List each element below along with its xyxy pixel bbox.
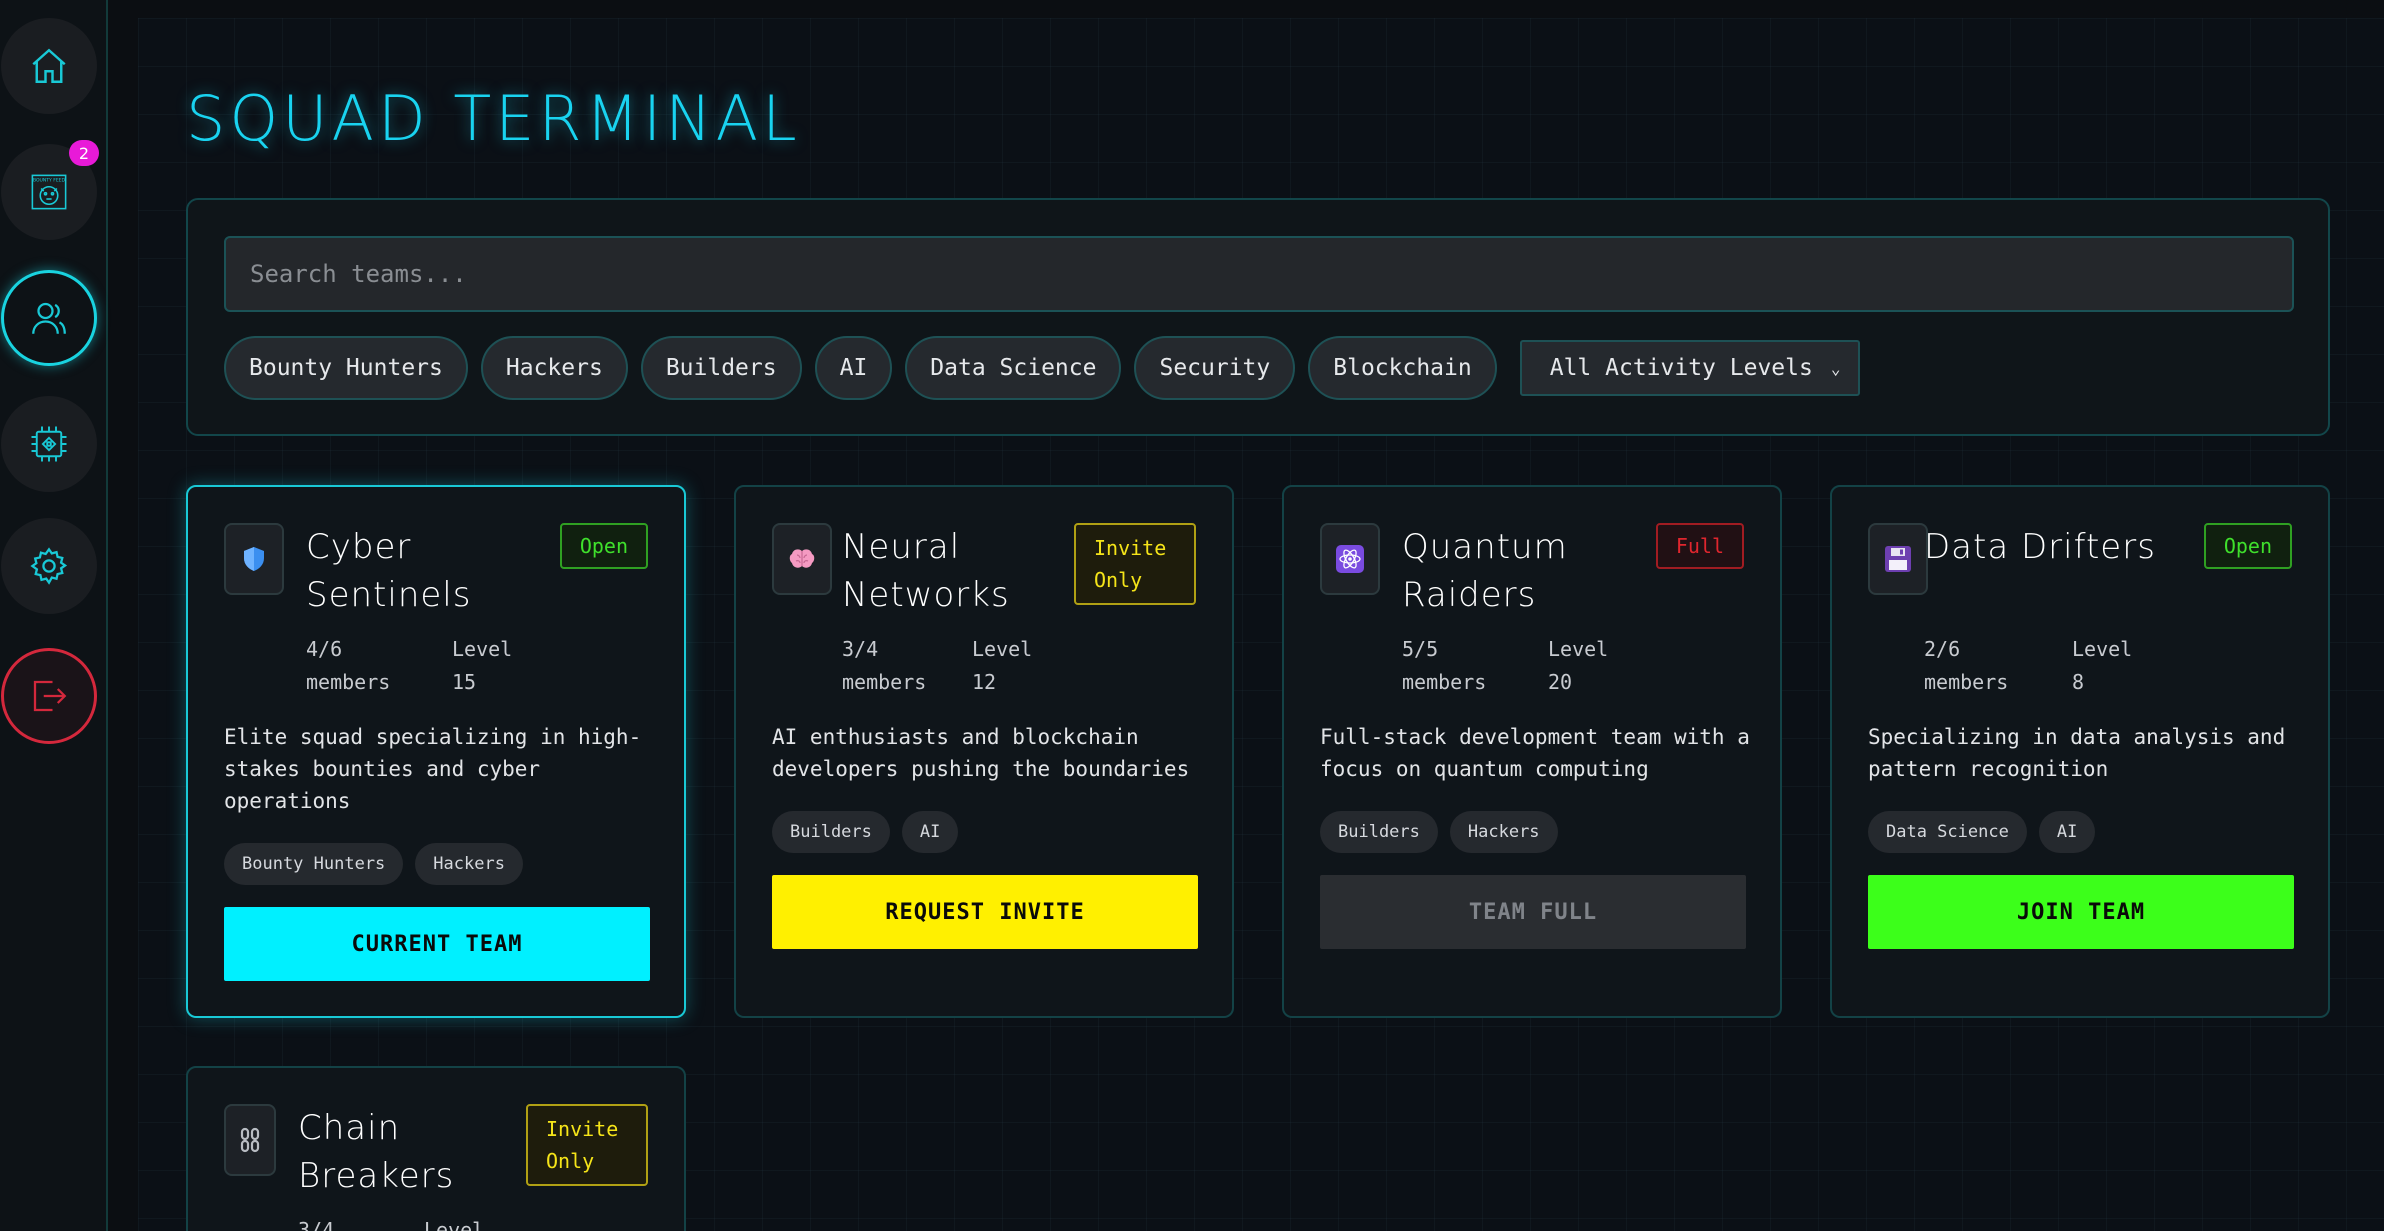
team-card: Quantum Raiders Full 5/5 members Level 20 … [1282, 485, 1782, 1018]
team-level: Level 20 [1548, 637, 1609, 694]
team-description: Full-stack development team with a focus… [1320, 725, 1750, 781]
tag: Hackers [415, 843, 523, 885]
team-description: Specializing in data analysis and patter… [1868, 725, 2286, 781]
home-icon [32, 48, 66, 83]
nav-teams-button[interactable] [1, 270, 97, 366]
chevron-down-icon: ⌄ [1830, 358, 1841, 378]
status-badge: Full [1655, 523, 1744, 569]
filter-chip-ai[interactable]: AI [814, 336, 893, 400]
nav-logout-button[interactable] [1, 648, 97, 744]
filter-chip-builders[interactable]: Builders [640, 336, 802, 400]
tag: AI [2038, 811, 2096, 853]
team-level: Level [424, 1218, 485, 1231]
filter-chip-blockchain[interactable]: Blockchain [1308, 336, 1497, 400]
tag: Builders [1320, 811, 1438, 853]
team-tags: Bounty Hunters Hackers [224, 843, 523, 885]
search-input[interactable] [224, 236, 2294, 312]
tag: Hackers [1449, 811, 1558, 853]
team-name: Data Drifters [1924, 527, 2156, 567]
status-badge: Invite Only [526, 1104, 648, 1186]
notification-badge: 2 [69, 140, 99, 166]
floppy-disk-icon [1868, 523, 1928, 595]
team-members: 5/5 members [1402, 637, 1487, 694]
team-tags: Builders Hackers [1320, 811, 1558, 853]
status-badge: Open [2203, 523, 2292, 569]
sidebar: BOUNTY FEED 2 [0, 0, 108, 1231]
page-title: SQUAD TERMINAL [186, 82, 801, 155]
filter-chips: Bounty Hunters Hackers Builders AI Data … [224, 336, 1861, 400]
filter-chip-bounty-hunters[interactable]: Bounty Hunters [224, 336, 468, 400]
chain-icon [224, 1104, 276, 1176]
shield-icon [224, 523, 284, 595]
team-members: 3/4 [298, 1218, 335, 1231]
filter-panel: Bounty Hunters Hackers Builders AI Data … [186, 198, 2330, 436]
team-full-button[interactable]: TEAM FULL [1320, 875, 1746, 949]
request-invite-button[interactable]: REQUEST INVITE [772, 875, 1198, 949]
filter-chip-security[interactable]: Security [1134, 336, 1296, 400]
team-card: Data Drifters Open 2/6 members Level 8 Spe… [1830, 485, 2330, 1018]
bounty-feed-icon: BOUNTY FEED [31, 174, 67, 210]
atom-icon [1320, 523, 1380, 595]
main-content: SQUAD TERMINAL Bounty Hunters Hackers Bu… [138, 18, 2384, 1231]
team-name: Chain Breakers [298, 1108, 455, 1196]
tag: AI [901, 811, 959, 853]
team-card: Cyber Sentinels Open 4/6 members Level 15 … [186, 485, 686, 1018]
team-card: Neural Networks Invite Only 3/4 members L… [734, 485, 1234, 1018]
team-members: 2/6 members [1924, 637, 2009, 694]
gear-icon [30, 547, 68, 585]
nav-chip-button[interactable] [1, 396, 97, 492]
team-tags: Builders AI [772, 811, 959, 853]
tag: Builders [772, 811, 890, 853]
nav-home-button[interactable] [1, 18, 97, 114]
activity-level-select[interactable]: All Activity Levels ⌄ [1519, 340, 1861, 396]
status-badge: Invite Only [1074, 523, 1196, 605]
team-card: Chain Breakers Invite Only 3/4 Level [186, 1066, 686, 1231]
team-name: Cyber Sentinels [306, 527, 472, 615]
activity-level-value: All Activity Levels [1549, 355, 1813, 381]
nav-settings-button[interactable] [1, 518, 97, 614]
filter-chip-hackers[interactable]: Hackers [480, 336, 628, 400]
team-level: Level 15 [452, 637, 513, 694]
team-members: 3/4 members [842, 637, 927, 694]
team-level: Level 8 [2072, 637, 2133, 694]
team-level: Level 12 [972, 637, 1033, 694]
team-members: 4/6 members [306, 637, 391, 694]
team-name: Neural Networks [842, 527, 1010, 615]
team-description: Elite squad specializing in high-stakes … [224, 725, 642, 813]
tag: Bounty Hunters [224, 843, 404, 885]
logout-icon [33, 680, 67, 712]
chip-icon [31, 426, 67, 462]
team-name: Quantum Raiders [1402, 527, 1568, 615]
team-description: AI enthusiasts and blockchain developers… [772, 725, 1190, 781]
current-team-button[interactable]: CURRENT TEAM [224, 907, 650, 981]
nav-bounty-feed-button[interactable]: BOUNTY FEED 2 [1, 140, 99, 240]
tag: Data Science [1868, 811, 2027, 853]
status-badge: Open [559, 523, 648, 569]
filter-chip-data-science[interactable]: Data Science [905, 336, 1122, 400]
join-team-button[interactable]: JOIN TEAM [1868, 875, 2294, 949]
svg-text:BOUNTY FEED: BOUNTY FEED [33, 178, 66, 184]
team-tags: Data Science AI [1868, 811, 2096, 853]
brain-icon [772, 523, 832, 595]
team-icon [32, 302, 66, 334]
